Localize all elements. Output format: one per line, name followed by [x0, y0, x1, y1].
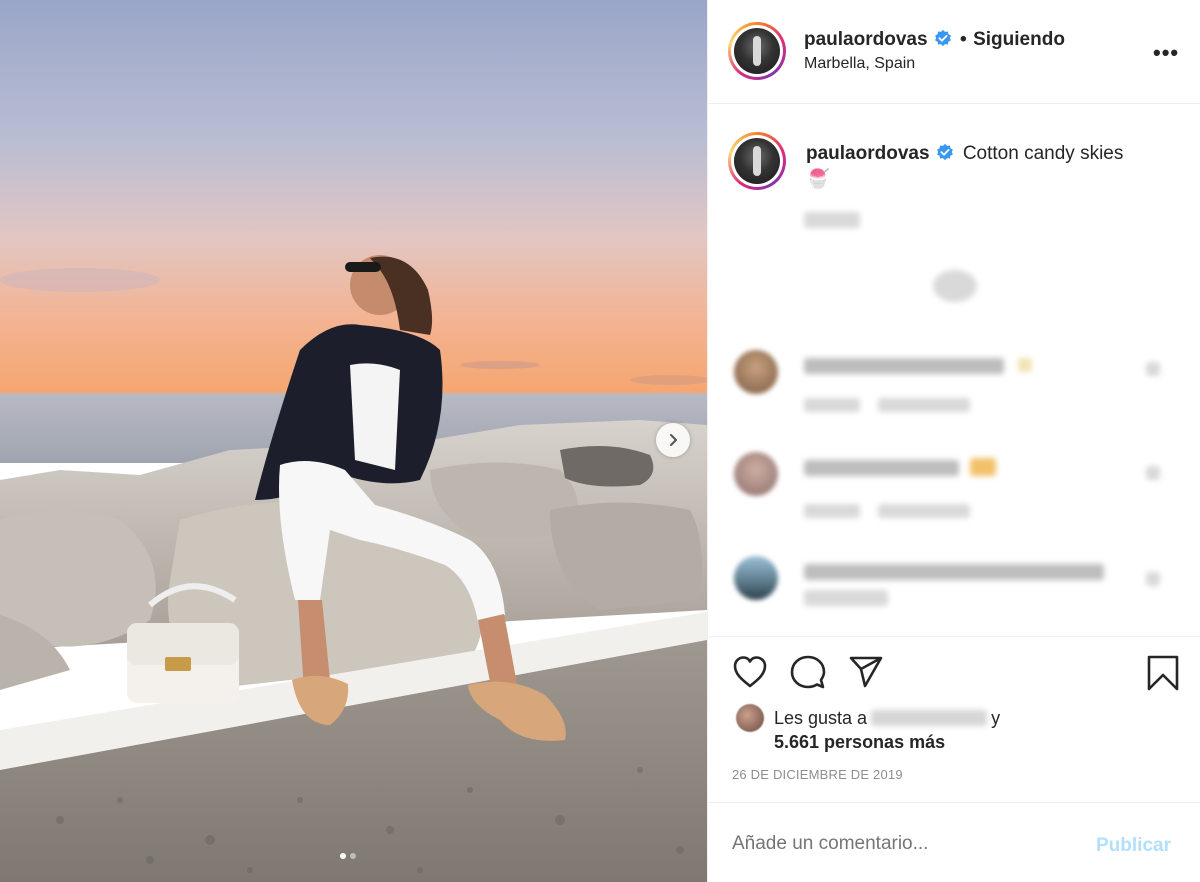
post-photo[interactable] [0, 0, 707, 882]
caption-avatar[interactable] [728, 132, 786, 190]
more-options-icon[interactable]: ••• [1153, 40, 1179, 66]
carousel-dot-active [340, 853, 346, 859]
likes-summary: Les gusta a y [736, 704, 1000, 732]
comment-like-icon[interactable] [1146, 362, 1160, 376]
comment-meta-blurred [804, 504, 860, 518]
liker-avatar[interactable] [736, 704, 764, 732]
post-header: paulaordovas • Siguiendo Marbella, Spain… [708, 0, 1200, 104]
caption-timestamp-blurred [804, 212, 860, 228]
caption-emoji: 🍧 [806, 169, 830, 190]
comment-text-blurred [804, 564, 1104, 580]
liker-name-blurred[interactable] [871, 710, 988, 726]
carousel-indicator [340, 853, 356, 859]
comment-like-icon[interactable] [1146, 466, 1160, 480]
following-button[interactable]: Siguiendo [973, 29, 1065, 50]
comment-input[interactable] [732, 833, 1062, 855]
likes-count-link[interactable]: 5.661 personas más [774, 732, 945, 753]
comment-icon[interactable] [790, 654, 826, 690]
heart-icon[interactable] [732, 655, 768, 689]
post-sidebar: paulaordovas • Siguiendo Marbella, Spain… [707, 0, 1200, 882]
photo-scene [0, 0, 707, 882]
caption-username[interactable]: paulaordovas [806, 143, 930, 164]
bookmark-icon[interactable] [1146, 654, 1180, 692]
comment-like-icon[interactable] [1146, 572, 1160, 586]
comment-avatar[interactable] [734, 350, 778, 394]
comment-meta-blurred [804, 398, 860, 412]
chevron-right-icon [670, 434, 677, 446]
header-username[interactable]: paulaordovas [804, 29, 928, 50]
caption: paulaordovas Cotton candy skies 🍧 [806, 141, 1176, 193]
verified-icon [934, 29, 951, 47]
header-separator: • [960, 29, 967, 50]
comment-emoji-blurred [1018, 358, 1032, 372]
comment-reply-blurred[interactable] [878, 398, 970, 412]
comment-avatar[interactable] [734, 556, 778, 600]
instagram-post: paulaordovas • Siguiendo Marbella, Spain… [0, 0, 1200, 882]
share-icon[interactable] [848, 655, 884, 689]
header-title-row: paulaordovas • Siguiendo [804, 29, 1065, 51]
caption-text: Cotton candy skies [962, 143, 1124, 164]
post-date[interactable]: 26 DE DICIEMBRE DE 2019 [732, 767, 903, 782]
verified-icon [936, 143, 953, 161]
comment-emoji-blurred [970, 458, 996, 476]
publish-button[interactable]: Publicar [1096, 835, 1171, 857]
carousel-next-button[interactable] [656, 423, 690, 457]
likes-prefix: Les gusta a [774, 707, 868, 728]
author-avatar[interactable] [728, 22, 786, 80]
comment-text-blurred [804, 460, 959, 476]
likes-suffix: y [991, 707, 1001, 728]
add-comment-bar: Publicar [708, 802, 1200, 882]
comment-text-blurred [804, 590, 888, 606]
comment-reply-blurred[interactable] [878, 504, 970, 518]
comment-text-blurred [804, 358, 1004, 374]
location-link[interactable]: Marbella, Spain [804, 55, 915, 73]
load-more-comments-icon[interactable] [933, 270, 977, 302]
comment-avatar[interactable] [734, 452, 778, 496]
carousel-dot [350, 853, 356, 859]
